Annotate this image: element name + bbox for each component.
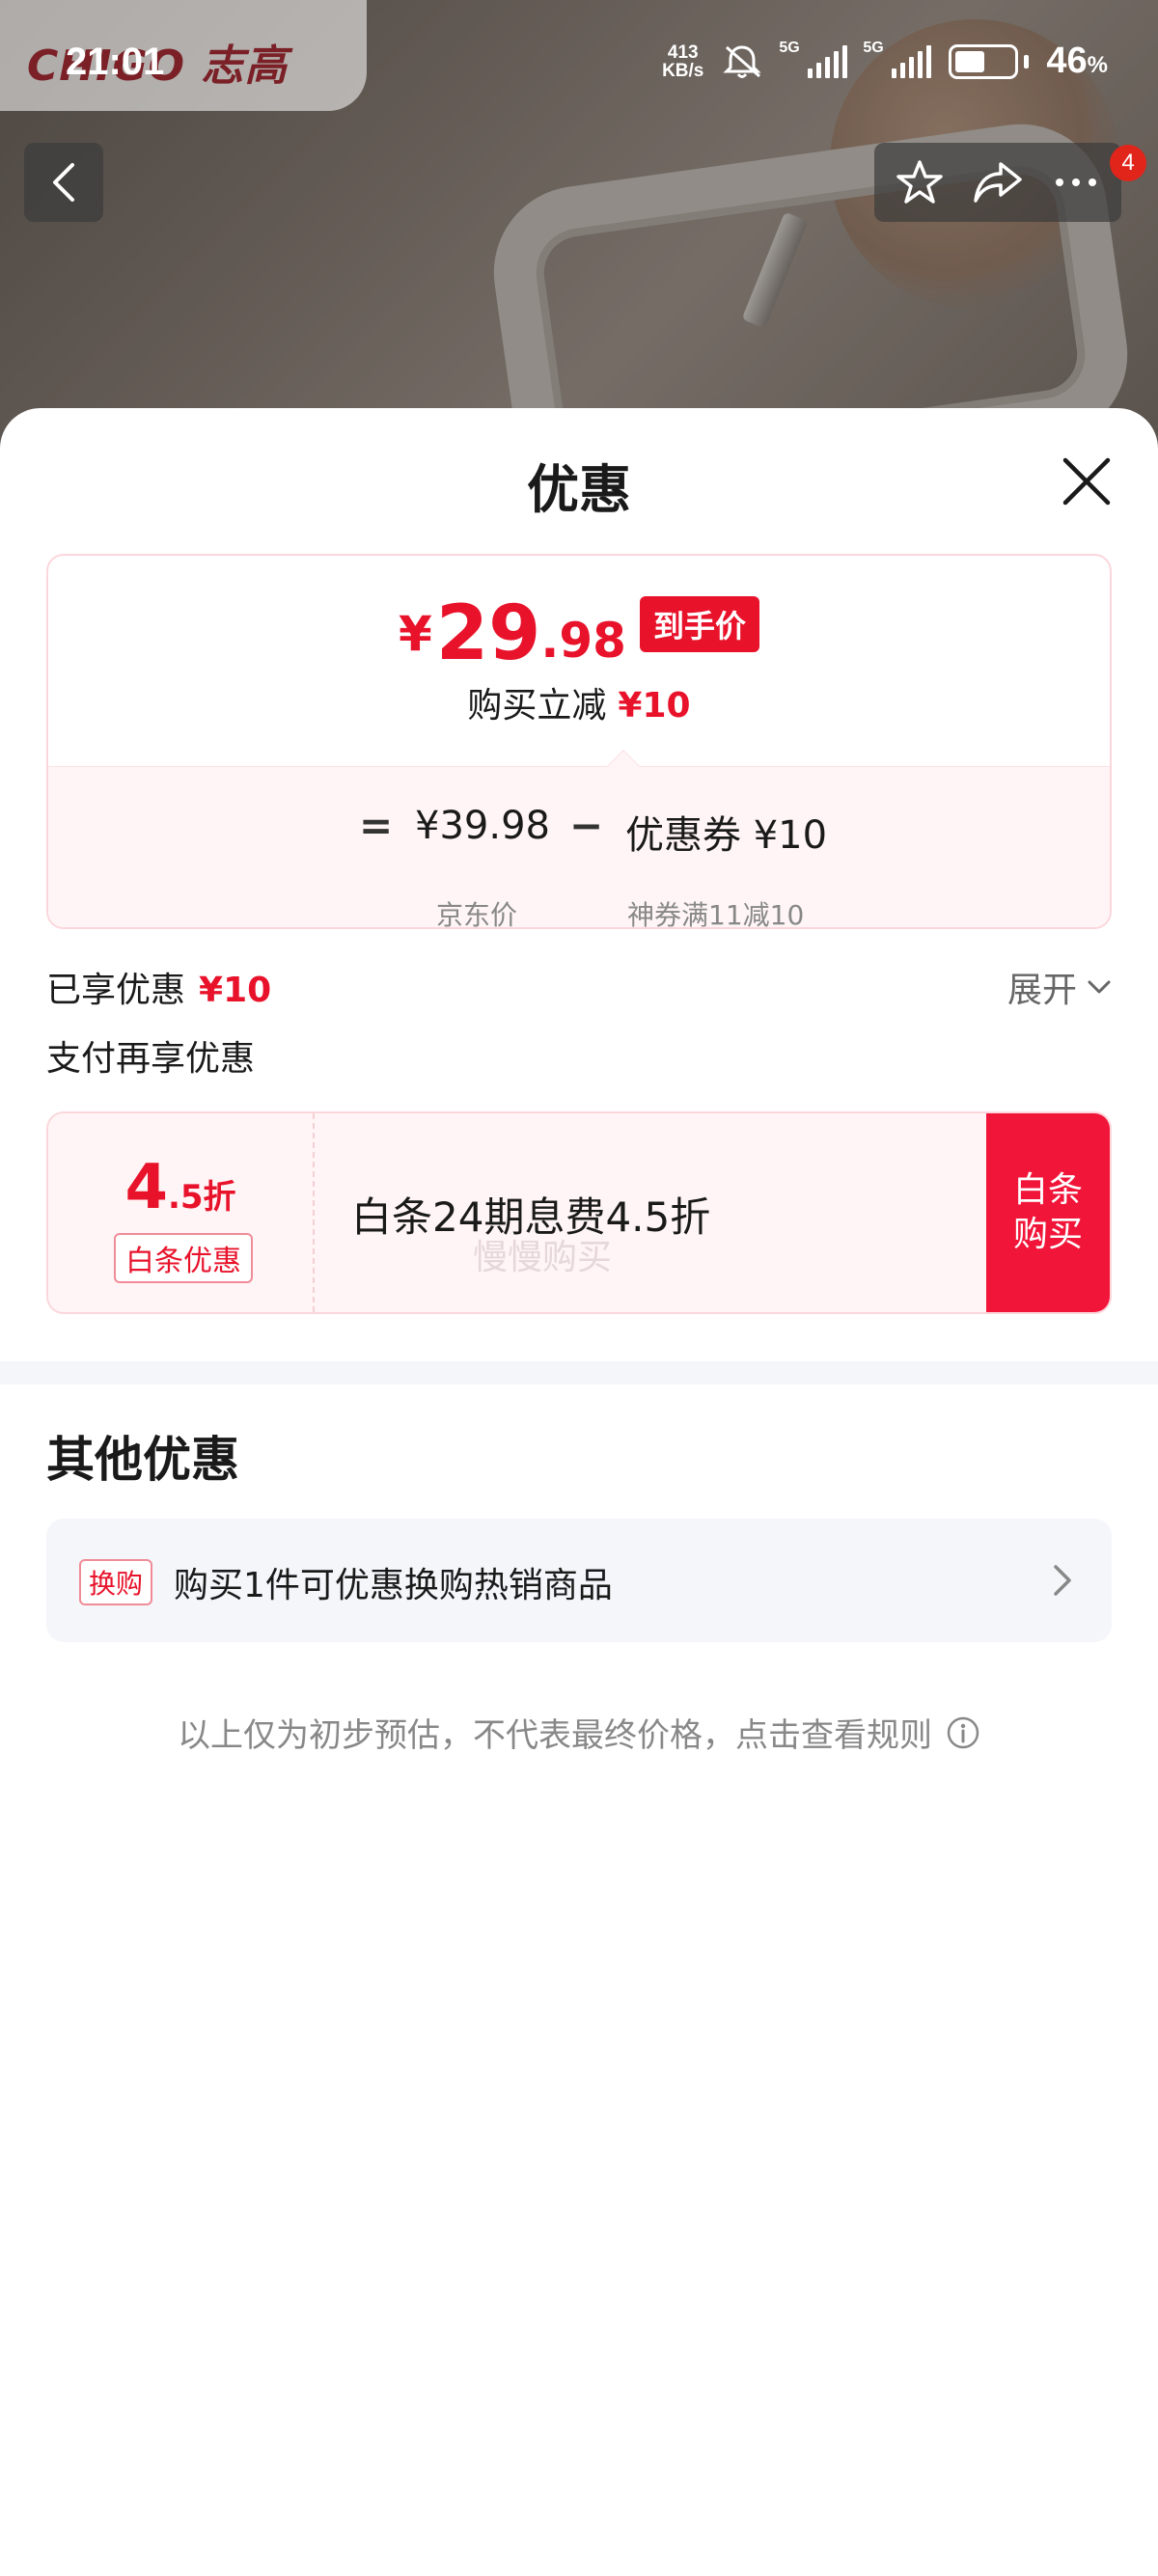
discount-sheet: 优惠 ¥ 29 .98 到手价 购买立减 ¥10 = ¥39.98 京东价 − 优… bbox=[0, 408, 1158, 2576]
sheet-title: 优惠 bbox=[527, 459, 631, 520]
final-price-section: ¥ 29 .98 到手价 购买立减 ¥10 bbox=[48, 556, 1110, 766]
baitiao-tag: 白条优惠 bbox=[114, 1233, 253, 1283]
price-formula-section: = ¥39.98 京东价 − 优惠券 ¥10 神券满11减10 bbox=[48, 766, 1110, 927]
chevron-right-icon bbox=[1054, 1565, 1071, 1596]
instant-discount: 购买立减 ¥10 bbox=[467, 686, 691, 726]
coupon-value: 优惠券 ¥10 bbox=[625, 813, 828, 858]
network-speed: 413 KB/s bbox=[662, 41, 704, 81]
jd-price-label: 京东价 bbox=[436, 899, 518, 929]
pay-more-discount-label: 支付再享优惠 bbox=[46, 1039, 256, 1079]
minus-sign: − bbox=[569, 802, 604, 849]
section-divider bbox=[0, 1361, 1158, 1384]
more-button[interactable] bbox=[1042, 149, 1110, 216]
share-icon bbox=[974, 162, 1022, 203]
signal-1-icon: 5G bbox=[779, 40, 848, 78]
top-action-bar bbox=[874, 143, 1121, 222]
notification-badge: 4 bbox=[1110, 145, 1146, 181]
chevron-left-icon bbox=[53, 163, 74, 202]
expand-button[interactable]: 展开 bbox=[1007, 962, 1112, 1012]
star-icon bbox=[896, 160, 943, 204]
baitiao-discount-rate: 4.5折 bbox=[124, 1152, 236, 1223]
battery-percent: 46% bbox=[1046, 41, 1108, 81]
equals-sign: = bbox=[359, 802, 394, 849]
baitiao-discount-box: 4.5折 白条优惠 bbox=[48, 1113, 315, 1312]
exchange-tag: 换购 bbox=[79, 1559, 153, 1605]
status-bar: 21:01 413 KB/s 5G 5G 46% bbox=[0, 0, 1158, 130]
enjoyed-discount: 已享优惠 ¥10 bbox=[46, 971, 272, 1010]
price-integer: 29 bbox=[435, 590, 541, 677]
back-button[interactable] bbox=[24, 143, 103, 222]
jd-price: ¥39.98 bbox=[415, 804, 550, 848]
battery-icon bbox=[949, 43, 1030, 79]
price-disclaimer[interactable]: 以上仅为初步预估，不代表最终价格，点击查看规则 bbox=[0, 1709, 1158, 1756]
signal-2-icon: 5G bbox=[863, 40, 932, 78]
final-price-tag: 到手价 bbox=[639, 596, 759, 652]
watermark-text: 慢慢购买 bbox=[473, 1238, 613, 1277]
currency-symbol: ¥ bbox=[399, 606, 432, 662]
close-icon[interactable] bbox=[1060, 454, 1114, 508]
status-icons: 413 KB/s 5G 5G 46% bbox=[662, 40, 1108, 82]
favorite-button[interactable] bbox=[886, 149, 953, 216]
final-price: ¥ 29 .98 到手价 bbox=[48, 596, 1110, 671]
price-breakdown-card: ¥ 29 .98 到手价 购买立减 ¥10 = ¥39.98 京东价 − 优惠券 … bbox=[46, 554, 1112, 929]
price-formula: = ¥39.98 京东价 − 优惠券 ¥10 神券满11减10 bbox=[48, 802, 1110, 927]
more-dots-icon bbox=[1056, 178, 1097, 186]
baitiao-offer-card: 4.5折 白条优惠 白条24期息费4.5折 慢慢购买 白条 购买 bbox=[46, 1111, 1112, 1314]
price-decimal: .98 bbox=[540, 613, 626, 669]
info-icon bbox=[947, 1716, 979, 1748]
chevron-down-icon bbox=[1088, 980, 1111, 994]
exchange-offer-row[interactable]: 换购 购买1件可优惠换购热销商品 bbox=[46, 1519, 1112, 1642]
share-button[interactable] bbox=[964, 149, 1032, 216]
coupon-label: 神券满11减10 bbox=[627, 899, 805, 929]
status-time: 21:01 bbox=[66, 41, 165, 83]
mute-bell-icon bbox=[723, 44, 761, 78]
exchange-text: 购买1件可优惠换购热销商品 bbox=[174, 1566, 613, 1605]
baitiao-buy-button[interactable]: 白条 购买 bbox=[986, 1113, 1110, 1312]
other-offers-title: 其他优惠 bbox=[46, 1432, 239, 1488]
